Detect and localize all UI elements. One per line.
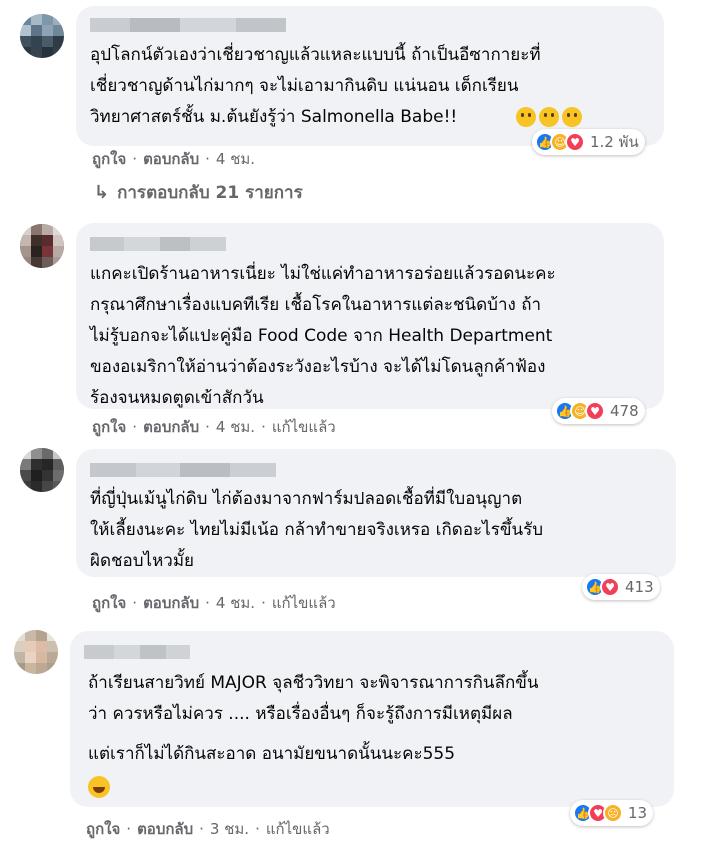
comment-text: แกคะเปิดร้านอาหารเนี่ยะ ไม่ใช่แค่ทำอาหาร… [90,264,556,408]
comment-text: ถ้าเรียนสายวิทย์ MAJOR จุลชีววิทยา จะพิจ… [88,673,539,724]
blurred-author-name[interactable] [90,463,276,477]
view-replies-link[interactable]: ↳ การตอบกลับ 21 รายการ [94,179,303,206]
comment-actions: ถูกใจ · ตอบกลับ · 4 ชม. [92,147,255,171]
avatar[interactable] [20,224,64,268]
comment-bubble: แกคะเปิดร้านอาหารเนี่ยะ ไม่ใช่แค่ทำอาหาร… [76,223,664,409]
separator-dot: · [205,150,210,168]
separator-dot: · [132,594,138,612]
edited-label[interactable]: แก้ไขแล้ว [272,591,336,615]
avatar[interactable] [20,448,64,492]
reaction-count: 1.2 พัน [590,133,639,151]
separator-dot: · [126,820,132,838]
like-button[interactable]: ถูกใจ [86,817,120,841]
love-reaction-icon: ♥ [585,401,605,421]
love-reaction-icon: ♥ [565,132,585,152]
reply-button[interactable]: ตอบกลับ [143,415,199,439]
like-button[interactable]: ถูกใจ [92,415,126,439]
reply-button[interactable]: ตอบกลับ [143,591,199,615]
separator-dot: · [261,418,266,436]
edited-label[interactable]: แก้ไขแล้ว [272,415,336,439]
timestamp[interactable]: 4 ชม. [216,147,255,171]
reply-button[interactable]: ตอบกลับ [137,817,193,841]
comment-bubble: อุปโลกน์ตัวเองว่าเชี่ยวชาญแล้วแหละแบบนี้… [76,6,664,146]
separator-dot: · [205,418,210,436]
trailing-emojis [516,107,585,127]
timestamp[interactable]: 4 ชม. [216,415,255,439]
love-reaction-icon: ♥ [600,577,620,597]
comment-bubble: ถ้าเรียนสายวิทย์ MAJOR จุลชีววิทยา จะพิจ… [70,631,674,807]
reaction-summary[interactable]: 👍 ☺ ♥ 478 [552,398,645,424]
reply-arrow-icon: ↳ [94,182,110,203]
comment-actions: ถูกใจ · ตอบกลับ · 4 ชม. · แก้ไขแล้ว [92,591,336,615]
reaction-summary[interactable]: 👍 ♥ 413 [582,574,660,600]
blurred-author-name[interactable] [84,645,190,659]
reaction-summary[interactable]: 👍 ☺ ♥ 1.2 พัน [532,129,645,155]
grinning-face-emoji [88,776,110,798]
separator-dot: · [199,820,204,838]
comment-text: ที่ญี่ปุ่นเม้นูไก่ดิบ ไก่ต้องมาจากฟาร์มป… [90,489,543,571]
reaction-count: 13 [628,804,648,822]
separator-dot: · [255,820,260,838]
separator-dot: · [205,594,210,612]
blurred-author-name[interactable] [90,18,286,32]
edited-label[interactable]: แก้ไขแล้ว [266,817,330,841]
comment-bubble: ที่ญี่ปุ่นเม้นูไก่ดิบ ไก่ต้องมาจากฟาร์มป… [76,449,676,577]
separator-dot: · [261,594,266,612]
comment-actions: ถูกใจ · ตอบกลับ · 3 ชม. · แก้ไขแล้ว [86,817,330,841]
reaction-count: 413 [625,578,654,596]
timestamp[interactable]: 3 ชม. [210,817,249,841]
replies-count-label: การตอบกลับ 21 รายการ [117,183,303,203]
like-button[interactable]: ถูกใจ [92,591,126,615]
like-button[interactable]: ถูกใจ [92,147,126,171]
sad-reaction-icon: ☹ [603,803,623,823]
timestamp[interactable]: 4 ชม. [216,591,255,615]
thinking-face-emoji [516,107,536,127]
thinking-face-emoji [539,107,559,127]
blurred-author-name[interactable] [90,237,226,251]
comment-text-second-paragraph: แต่เราก็ไม่ได้กินสะอาด อนามัยขนาดนั้นนะค… [88,744,456,764]
reaction-summary[interactable]: 👍 ♥ ☹ 13 [570,800,654,826]
reaction-count: 478 [610,402,639,420]
separator-dot: · [132,418,138,436]
reply-button[interactable]: ตอบกลับ [143,147,199,171]
avatar[interactable] [14,630,58,674]
avatar[interactable] [20,14,64,58]
comment-actions: ถูกใจ · ตอบกลับ · 4 ชม. · แก้ไขแล้ว [92,415,336,439]
separator-dot: · [132,150,138,168]
thinking-face-emoji [562,107,582,127]
